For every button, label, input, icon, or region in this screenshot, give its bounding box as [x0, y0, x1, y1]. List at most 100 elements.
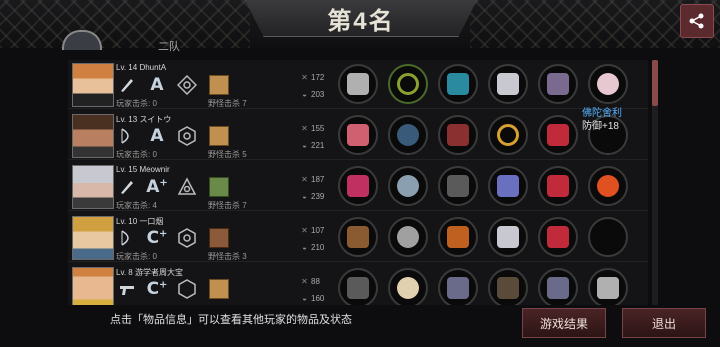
share-button[interactable]: [680, 4, 714, 38]
pistol-icon: [116, 278, 138, 300]
item-slot-weapon[interactable]: [338, 115, 378, 155]
item-slot-arm[interactable]: [488, 64, 528, 104]
item-slot-leg[interactable]: [538, 166, 578, 206]
monster-kills: 野怪击杀 3: [208, 252, 247, 261]
item-slot-weapon[interactable]: [338, 64, 378, 104]
monster-trophy-icon: [208, 74, 230, 96]
bow-icon: [116, 227, 138, 249]
monster-kills: 野怪击杀 7: [208, 201, 247, 210]
scrollbar-thumb[interactable]: [652, 60, 658, 106]
player-kills: 玩家击杀: 0: [116, 252, 157, 261]
attack-stat: ✕ 172: [301, 73, 325, 82]
bow-icon: [116, 125, 138, 147]
attack-stat: ✕ 107: [301, 226, 325, 235]
knife-icon: [116, 74, 138, 96]
player-row[interactable]: Lv. 13 スイトウ A 玩家击杀: 0 野怪击杀 5 ✕ 155 ◒ 221: [68, 111, 648, 160]
crossed-swords-icon: ✕: [301, 175, 308, 184]
monster-trophy-icon: [208, 278, 230, 300]
item-slot-head[interactable]: [388, 64, 428, 104]
rune-icon: [176, 227, 198, 249]
crossed-swords-icon: ✕: [301, 73, 308, 82]
monster-trophy-icon: [208, 227, 230, 249]
tooltip-item-name: 佛陀舍利: [582, 108, 622, 119]
avatar: [72, 216, 114, 260]
item-slot-leg[interactable]: [538, 64, 578, 104]
player-row[interactable]: Lv. 8 游学者周大宝 C+ ✕ 88 ◒ 160: [68, 264, 648, 305]
item-slot-body[interactable]: [438, 115, 478, 155]
rune-icon: [176, 176, 198, 198]
item-slot-accessory[interactable]: [588, 166, 628, 206]
shield-icon: ◒: [302, 141, 307, 150]
game-result-button[interactable]: 游戏结果: [522, 308, 606, 338]
item-slot-arm[interactable]: [488, 166, 528, 206]
crossed-swords-icon: ✕: [301, 277, 308, 286]
rune-icon: [176, 278, 198, 300]
item-slot-head[interactable]: [388, 166, 428, 206]
page-title: 第4名: [327, 7, 395, 35]
item-slot-empty[interactable]: [588, 217, 628, 257]
item-slot-leg[interactable]: [538, 115, 578, 155]
info-text: 点击「物品信息」可以查看其他玩家的物品及状态: [110, 314, 352, 326]
knife-icon: [116, 176, 138, 198]
player-level-name: Lv. 10 一口烟: [116, 217, 164, 226]
item-slot-arm[interactable]: [488, 115, 528, 155]
title-plate: 第4名: [245, 0, 477, 37]
monster-kills: 野怪击杀 5: [208, 150, 247, 159]
item-slot-leg[interactable]: [538, 268, 578, 305]
item-slot-accessory[interactable]: [588, 268, 628, 305]
item-slot-head[interactable]: [388, 217, 428, 257]
item-slot-weapon[interactable]: [338, 166, 378, 206]
rune-icon: [176, 125, 198, 147]
weapon-grade: A: [150, 126, 164, 146]
item-slot-leg[interactable]: [538, 217, 578, 257]
item-slot-body[interactable]: [438, 268, 478, 305]
item-slot-weapon[interactable]: [338, 217, 378, 257]
team-tab-label: 二队: [158, 41, 180, 53]
rune-icon: [176, 74, 198, 96]
defense-stat: ◒ 203: [300, 90, 324, 99]
shield-icon: ◒: [302, 192, 307, 201]
defense-stat: ◒ 160: [300, 294, 324, 303]
weapon-grade: C+: [146, 228, 168, 248]
player-row[interactable]: Lv. 15 Meownir A+ 玩家击杀: 4 野怪击杀 7 ✕ 187 ◒ 2…: [68, 162, 648, 211]
monster-kills: 野怪击杀 7: [208, 99, 247, 108]
player-row[interactable]: Lv. 10 一口烟 C+ 玩家击杀: 0 野怪击杀 3 ✕ 107 ◒ 210: [68, 213, 648, 262]
player-kills: 玩家击杀: 4: [116, 201, 157, 210]
item-slot-weapon[interactable]: [338, 268, 378, 305]
defense-stat: ◒ 221: [300, 141, 324, 150]
monster-trophy-icon: [208, 125, 230, 147]
defense-stat: ◒ 239: [300, 192, 324, 201]
player-level-name: Lv. 8 游学者周大宝: [116, 268, 183, 277]
defense-stat: ◒ 210: [300, 243, 324, 252]
item-slot-head[interactable]: [388, 115, 428, 155]
weapon-grade: A+: [146, 177, 168, 197]
item-slot-accessory[interactable]: [588, 64, 628, 104]
attack-stat: ✕ 155: [301, 124, 325, 133]
avatar: [72, 165, 114, 209]
item-slot-body[interactable]: [438, 64, 478, 104]
player-level-name: Lv. 15 Meownir: [116, 165, 170, 174]
tooltip-item-stat: 防御+18: [582, 121, 619, 132]
item-tooltip: 佛陀舍利 防御+18: [582, 107, 622, 133]
item-slot-head[interactable]: [388, 268, 428, 305]
item-slot-arm[interactable]: [488, 217, 528, 257]
attack-stat: ✕ 187: [301, 175, 325, 184]
player-row[interactable]: Lv. 14 DhuntA A 玩家击杀: 0 野怪击杀 7 ✕ 172 ◒ 203: [68, 60, 648, 109]
weapon-grade: C+: [146, 279, 168, 299]
item-slot-arm[interactable]: [488, 268, 528, 305]
crossed-swords-icon: ✕: [301, 226, 308, 235]
player-list: Lv. 14 DhuntA A 玩家击杀: 0 野怪击杀 7 ✕ 172 ◒ 203…: [68, 60, 648, 305]
monster-trophy-icon: [208, 176, 230, 198]
scrollbar[interactable]: [652, 60, 658, 305]
shield-icon: ◒: [302, 294, 307, 303]
item-slot-body[interactable]: [438, 166, 478, 206]
avatar: [72, 114, 114, 158]
avatar: [72, 267, 114, 305]
exit-button[interactable]: 退出: [622, 308, 706, 338]
avatar: [72, 63, 114, 107]
player-level-name: Lv. 13 スイトウ: [116, 115, 172, 124]
item-slot-body[interactable]: [438, 217, 478, 257]
weapon-grade: A: [150, 75, 164, 95]
player-kills: 玩家击杀: 0: [116, 150, 157, 159]
attack-stat: ✕ 88: [301, 277, 320, 286]
